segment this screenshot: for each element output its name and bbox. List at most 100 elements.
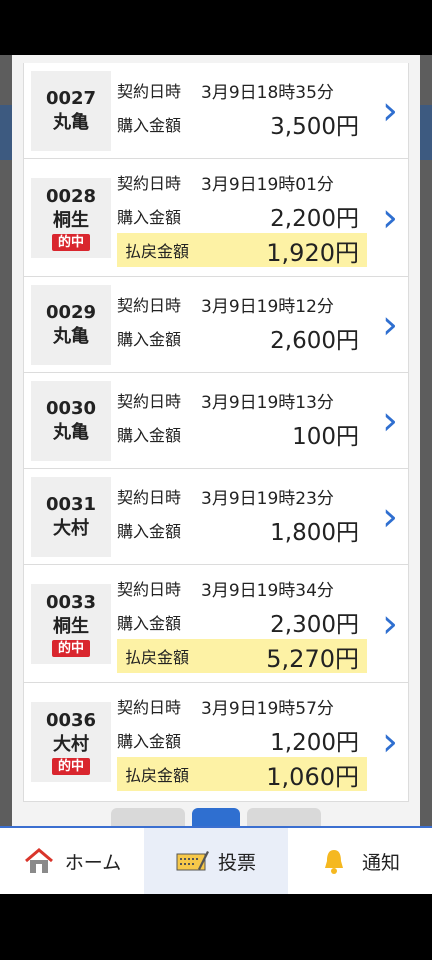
purchase-amount-line: 購入金額 2,200円 [117,199,367,233]
purchase-info: 契約日時 3月9日19時34分 購入金額 2,300円 払戻金額 5,270円 [117,571,367,673]
contract-time-value: 3月9日19時23分 [201,488,334,509]
race-number: 0028 [45,186,97,207]
purchase-row[interactable]: 0029 丸亀 契約日時 3月9日19時12分 購入金額 2,600円 › [24,277,408,373]
nav-label: 通知 [361,851,400,874]
payout-line: 払戻金額 1,060円 [117,757,367,791]
race-badge: 0031 大村 [31,477,111,557]
chevron-right-icon[interactable]: › [382,722,398,762]
chevron-right-icon[interactable]: › [382,91,398,131]
race-number: 0031 [45,494,97,515]
contract-time-label: 契約日時 [117,580,182,599]
purchase-amount-label: 購入金額 [117,116,182,135]
race-venue: 大村 [53,518,89,539]
chevron-right-icon[interactable]: › [382,497,398,537]
win-badge: 的中 [51,758,90,775]
race-venue: 大村 [53,734,89,755]
race-venue: 丸亀 [53,112,89,133]
purchase-amount-line: 購入金額 3,500円 [117,107,367,141]
contract-time-value: 3月9日19時01分 [201,174,334,195]
purchase-row[interactable]: 0027 丸亀 契約日時 3月9日18時35分購入金額 3,500円 › [24,63,408,159]
contract-time-label: 契約日時 [117,174,182,193]
purchase-amount-line: 購入金額 1,800円 [117,513,367,547]
payout-value: 1,060円 [266,762,359,791]
payout-label: 払戻金額 [125,648,190,667]
race-venue: 丸亀 [53,422,89,443]
race-badge: 0036 大村 的中 [31,702,111,782]
race-number: 0033 [45,592,97,613]
race-number: 0027 [45,88,97,109]
purchase-info: 契約日時 3月9日19時23分 購入金額 1,800円 [117,479,367,547]
purchase-amount-value: 2,600円 [270,328,359,354]
payout-label: 払戻金額 [125,766,190,785]
contract-time-value: 3月9日18時35分 [201,82,334,103]
purchase-amount-label: 購入金額 [117,208,182,227]
race-venue: 丸亀 [53,326,89,347]
race-badge: 0028 桐生的中 [31,178,111,258]
contract-time-value: 3月9日19時12分 [201,296,334,317]
contract-time-line: 契約日時 3月9日19時12分 [117,287,367,321]
chevron-right-icon[interactable]: › [382,198,398,238]
nav-item-notify[interactable]: 通知 [288,828,432,894]
purchase-amount-line: 購入金額 1,200円 [117,723,367,757]
purchase-history-modal: 0027 丸亀 契約日時 3月9日18時35分 購入金額 3,500円 › 0028 桐生 的中契… [12,55,420,830]
race-number: 0030 [45,398,97,419]
purchase-amount-value: 1,800円 [270,520,359,546]
purchase-info: 契約日時 3月9日19時12分 購入金額 2,600円 [117,287,367,355]
payout-line: 払戻金額 5,270円 [117,639,367,673]
contract-time-label: 契約日時 [117,82,182,101]
payout-value: 1,920円 [266,238,359,267]
chevron-right-icon[interactable]: › [382,604,398,644]
race-venue: 桐生 [53,210,89,231]
race-badge: 0029 丸亀 [31,285,111,365]
contract-time-line: 契約日時 3月9日19時23分 [117,479,367,513]
purchase-row[interactable]: 0033 桐生 的中 契約日時 3月9日19時34分 購入金額 2,300円 払戻金額 5,27… [24,565,408,683]
payout-line: 払戻金額 1,920円 [117,233,367,267]
payout-label: 払戻金額 [125,242,190,261]
contract-time-line: 契約日時 3月9日19時34分 [117,571,367,605]
ticket-pen-icon [176,847,209,875]
chevron-right-icon[interactable]: › [382,305,398,345]
contract-time-label: 契約日時 [117,392,182,411]
race-number: 0029 [45,302,97,323]
purchase-info: 契約日時 3月9日19時13分購入金額 100円 [117,383,367,451]
home-icon [23,847,55,875]
contract-time-value: 3月9日19時57分 [201,698,334,719]
nav-item-vote[interactable]: 投票 [144,828,288,894]
purchase-amount-line: 購入金額 100円 [117,417,367,451]
contract-time-line: 契約日時 3月9日18時35分 [117,73,367,107]
contract-time-line: 契約日時 3月9日19時13分 [117,383,367,417]
contract-time-line: 契約日時 3月9日19時01分 [117,165,367,199]
purchase-amount-label: 購入金額 [117,614,182,633]
contract-time-value: 3月9日19時13分 [201,392,334,413]
background-strip [0,105,12,160]
purchase-row[interactable]: 0036 大村 的中 契約日時 3月9日19時57分 購入金額 1,200円 払戻金額 1,06… [24,683,408,801]
race-badge: 0027 丸亀 [31,71,111,151]
chevron-right-icon[interactable]: › [382,401,398,441]
purchase-amount-label: 購入金額 [117,732,182,751]
purchase-row[interactable]: 0028 桐生的中 契約日時 3月9日19時01分 購入金額 2,200円払戻金額 1,92… [24,159,408,277]
contract-time-label: 契約日時 [117,698,182,717]
purchase-amount-value: 1,200円 [270,730,359,756]
purchase-amount-line: 購入金額 2,300円 [117,605,367,639]
bottom-navigation: ホーム 投票 通知 [0,826,432,894]
nav-label: 投票 [217,851,256,874]
purchase-amount-label: 購入金額 [117,330,182,349]
race-badge: 0033 桐生 的中 [31,584,111,664]
purchase-row[interactable]: 0031 大村 契約日時 3月9日19時23分 購入金額 1,800円 › [24,469,408,565]
contract-time-label: 契約日時 [117,488,182,507]
purchase-amount-line: 購入金額 2,600円 [117,321,367,355]
nav-item-home[interactable]: ホーム [0,828,144,894]
purchase-info: 契約日時 3月9日19時01分 購入金額 2,200円払戻金額 1,920円 [117,165,367,267]
nav-label: ホーム [64,851,122,874]
purchase-info: 契約日時 3月9日18時35分購入金額 3,500円 [117,73,367,141]
win-badge: 的中 [51,234,90,251]
bell-icon [320,847,352,875]
purchase-amount-label: 購入金額 [117,522,182,541]
purchase-info: 契約日時 3月9日19時57分 購入金額 1,200円払戻金額 1,060円 [117,689,367,791]
purchase-row[interactable]: 0030 丸亀 契約日時 3月9日19時13分購入金額 100円 › [24,373,408,469]
purchase-amount-value: 2,200円 [270,206,359,232]
background-strip [420,105,432,160]
contract-time-label: 契約日時 [117,296,182,315]
win-badge: 的中 [51,640,90,657]
purchase-list: 0027 丸亀 契約日時 3月9日18時35分 購入金額 3,500円 › 0028 桐生 的中契… [23,63,409,802]
